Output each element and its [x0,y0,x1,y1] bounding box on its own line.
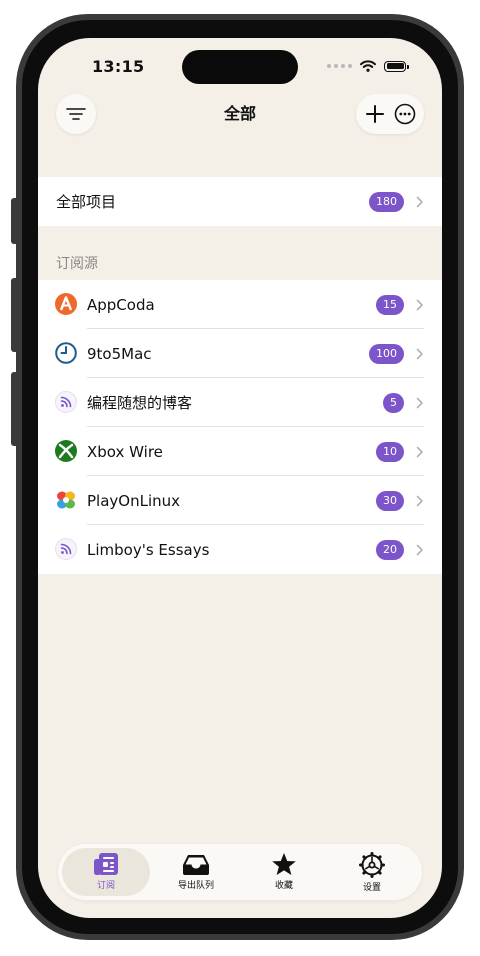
feeds-section-header: 订阅源 [56,256,98,272]
tab-subscriptions[interactable]: 订阅 [62,848,150,896]
rss-icon [55,538,77,560]
chevron-right-icon [416,544,423,555]
feed-row-9to5mac[interactable]: 9to5Mac 100 [38,329,442,378]
tab-export-queue[interactable]: 导出队列 [152,848,240,896]
chevron-right-icon [416,397,423,408]
unread-count-badge: 20 [376,539,404,560]
feed-row-xbox-wire[interactable]: Xbox Wire 10 [38,427,442,476]
tab-label: 设置 [362,883,381,893]
tab-bar: 订阅 导出队列 收藏 设置 [58,844,422,900]
chevron-right-icon [416,446,423,457]
all-items-section: 全部项目 180 [38,177,442,226]
newspaper-icon [94,853,118,875]
feed-name: PlayOnLinux [87,491,181,510]
nav-actions [356,94,424,134]
tab-label: 收藏 [274,881,293,891]
chevron-right-icon [416,299,423,310]
xbox-icon [55,440,77,462]
feed-name: Limboy's Essays [87,540,210,559]
add-icon[interactable] [365,104,385,124]
more-options-icon[interactable] [394,103,416,125]
feed-row-limboys-essays[interactable]: Limboy's Essays 20 [38,525,442,574]
unread-count-badge: 15 [376,294,404,315]
tab-settings[interactable]: 设置 [328,848,416,896]
unread-count-badge: 180 [369,191,404,212]
playonlinux-icon [57,491,75,509]
feed-row-playonlinux[interactable]: PlayOnLinux 30 [38,476,442,525]
rss-icon [55,391,77,413]
all-items-row[interactable]: 全部项目 180 [38,177,442,226]
gear-icon [359,852,385,878]
nav-bar: 全部 [38,94,442,134]
unread-count-badge: 30 [376,490,404,511]
all-items-label: 全部项目 [56,193,117,211]
unread-count-badge: 10 [376,441,404,462]
feeds-list: AppCoda 15 9to5Mac 100 编程随想的博客 5 Xbox Wi… [38,280,442,574]
appcoda-icon [55,293,77,315]
dynamic-island [182,50,298,84]
feed-row-programming-blog[interactable]: 编程随想的博客 5 [38,378,442,427]
chevron-right-icon [416,495,423,506]
feed-name: Xbox Wire [87,442,163,461]
clock-icon [55,342,77,364]
star-icon [272,853,296,875]
wifi-icon [360,60,376,72]
tab-label: 导出队列 [177,881,214,891]
status-time: 13:15 [92,57,145,76]
feed-name: 9to5Mac [87,344,152,363]
status-indicators [327,59,409,73]
signal-dots-icon [327,64,352,68]
app-screen: 13:15 全部 全部项目 180 订阅源 AppCoda 15 9to5Mac… [38,38,442,918]
unread-count-badge: 100 [369,343,404,364]
inbox-tray-icon [183,855,209,875]
feed-name: AppCoda [87,295,155,314]
battery-icon [384,60,409,72]
unread-count-badge: 5 [383,392,404,413]
tab-label: 订阅 [96,881,115,891]
tab-favorites[interactable]: 收藏 [240,848,328,896]
feed-row-appcoda[interactable]: AppCoda 15 [38,280,442,329]
chevron-right-icon [416,348,423,359]
chevron-right-icon [416,196,423,207]
feed-name: 编程随想的博客 [87,394,193,412]
